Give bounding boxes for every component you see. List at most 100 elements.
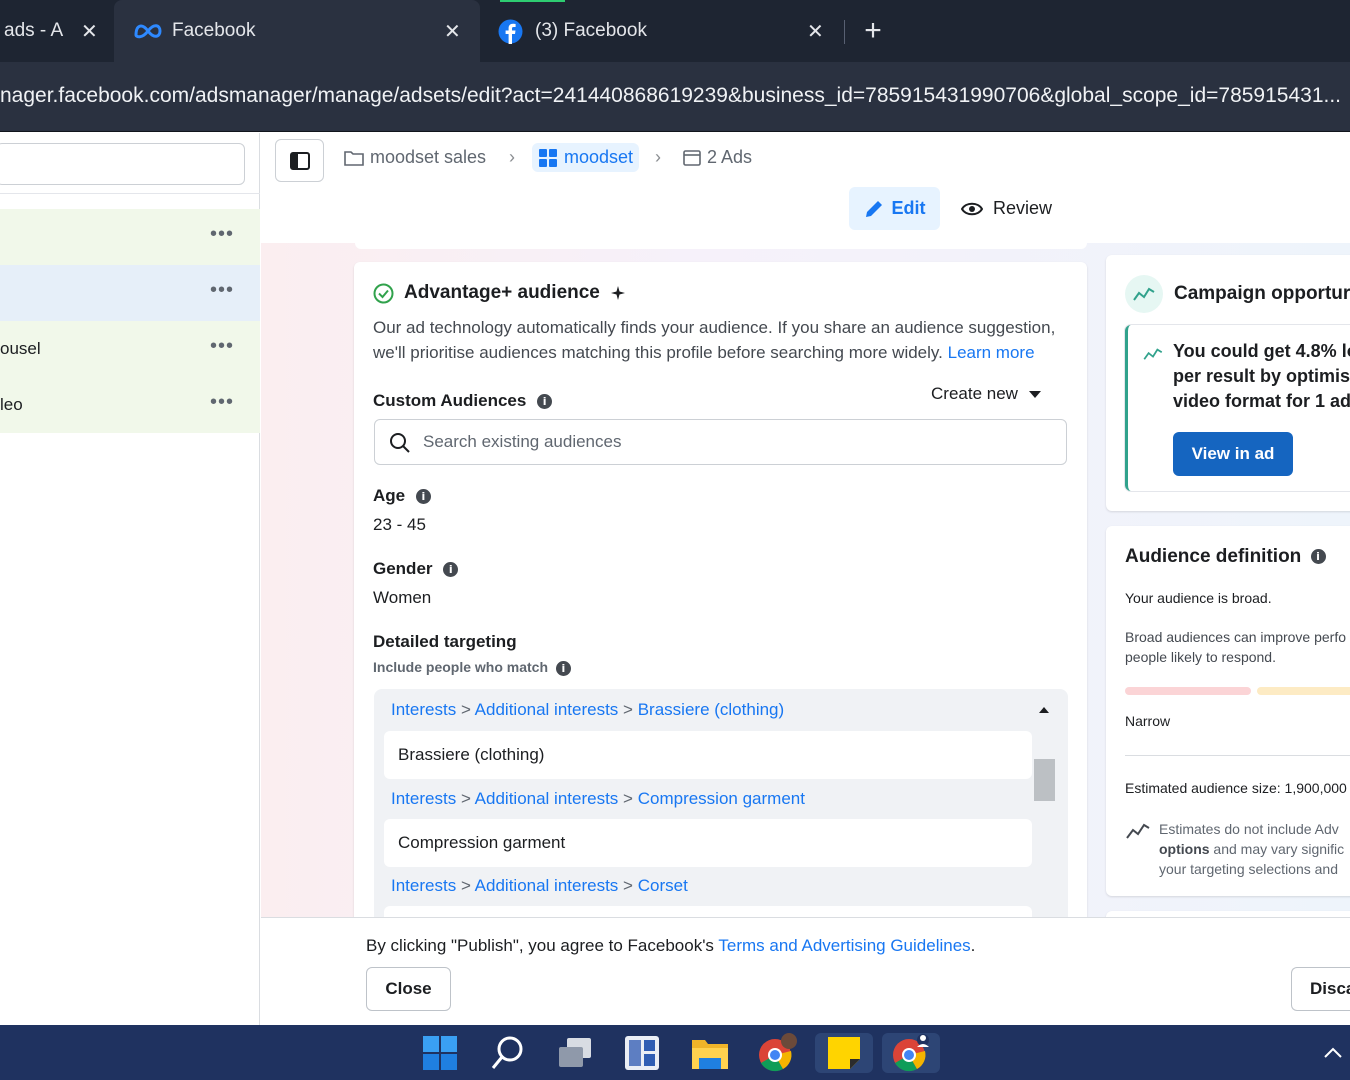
create-new-dropdown[interactable]: Create new xyxy=(931,384,1042,404)
tree-search-input[interactable] xyxy=(0,143,245,185)
terms-link[interactable]: Terms and Advertising Guidelines xyxy=(718,936,970,955)
start-windows-icon[interactable] xyxy=(420,1033,460,1073)
path-segment[interactable]: Additional interests xyxy=(475,789,619,808)
note-line: your targeting selections and xyxy=(1159,861,1338,877)
estimate-note: Estimates do not include Adv options and… xyxy=(1159,819,1344,879)
info-icon[interactable]: i xyxy=(555,660,571,676)
path-segment[interactable]: Brassiere (clothing) xyxy=(638,700,784,719)
close-tab-icon[interactable]: ✕ xyxy=(81,19,98,44)
more-options-icon[interactable]: ••• xyxy=(210,223,234,246)
breadcrumb-adset[interactable]: moodset xyxy=(532,143,640,172)
tree-item-ad-video[interactable]: leo ••• xyxy=(0,377,260,433)
breadcrumb-label: moodset sales xyxy=(370,147,487,167)
more-options-icon[interactable]: ••• xyxy=(210,391,234,414)
more-options-icon[interactable]: ••• xyxy=(210,279,234,302)
info-icon[interactable]: i xyxy=(1310,549,1326,565)
breadcrumb-campaign[interactable]: moodset sales xyxy=(344,147,486,168)
windows-taskbar xyxy=(0,1025,1350,1080)
ad-icon xyxy=(683,149,701,166)
info-icon[interactable]: i xyxy=(537,394,553,410)
breadcrumb-label: 2 Ads xyxy=(707,147,753,167)
more-options-icon[interactable]: ••• xyxy=(210,335,234,358)
path-segment[interactable]: Interests xyxy=(391,789,456,808)
learn-more-link[interactable]: Learn more xyxy=(948,343,1035,362)
campaign-opportunity-card: Campaign opportur You could get 4.8% lo … xyxy=(1106,255,1350,511)
tab-title: Facebook xyxy=(172,20,256,41)
opportunity-body: You could get 4.8% lo per result by opti… xyxy=(1173,339,1350,414)
adset-grid-icon xyxy=(539,148,557,167)
review-label: Review xyxy=(993,198,1053,218)
discard-button[interactable]: Disca xyxy=(1291,967,1350,1011)
broad-explanation: Broad audiences can improve perfo people… xyxy=(1125,627,1346,667)
divider xyxy=(0,193,260,194)
task-view-icon[interactable] xyxy=(555,1033,595,1073)
folder-icon xyxy=(344,150,364,166)
audience-broad-text: Your audience is broad. xyxy=(1125,590,1272,606)
estimated-audience-size: Estimated audience size: 1,900,000 xyxy=(1125,780,1347,796)
new-tab-button[interactable]: + xyxy=(858,14,888,48)
close-tab-icon[interactable]: ✕ xyxy=(807,19,824,44)
sticky-notes-icon[interactable] xyxy=(815,1033,873,1073)
tree-item-ad-carousel[interactable]: ousel ••• xyxy=(0,321,260,377)
file-explorer-icon[interactable] xyxy=(690,1033,730,1073)
widgets-icon[interactable] xyxy=(622,1033,662,1073)
review-mode-button[interactable]: Review xyxy=(961,187,1061,230)
edit-mode-button[interactable]: Edit xyxy=(849,187,940,230)
targeting-path: Interests > Additional interests > Brass… xyxy=(391,700,785,719)
close-tab-icon[interactable]: ✕ xyxy=(444,19,461,44)
close-button[interactable]: Close xyxy=(366,967,451,1011)
note-bold: options xyxy=(1159,841,1210,857)
gender-value: Women xyxy=(373,588,432,607)
path-segment[interactable]: Corset xyxy=(638,876,688,895)
editor-main: moodset sales › moodset › 2 Ads Edit Rev… xyxy=(261,133,1350,942)
tab-facebook[interactable]: Facebook ✕ xyxy=(114,0,480,62)
note-line: and may vary signific xyxy=(1209,841,1345,857)
eye-icon xyxy=(961,202,983,215)
explanation-line: Broad audiences can improve perfo xyxy=(1125,629,1347,645)
audience-card: Advantage+ audience Our ad technology au… xyxy=(354,262,1087,942)
tab-facebook-notifications[interactable]: (3) Facebook ✕ xyxy=(484,0,836,62)
note-line: Estimates do not include Adv xyxy=(1159,821,1339,837)
chrome-icon[interactable] xyxy=(882,1033,940,1073)
search-placeholder: Search existing audiences xyxy=(423,432,622,451)
search-icon[interactable] xyxy=(487,1033,527,1073)
tab-ads[interactable]: ads - A ✕ xyxy=(0,0,112,62)
targeting-item[interactable]: Brassiere (clothing) xyxy=(384,731,1032,779)
targeting-item[interactable]: Compression garment xyxy=(384,819,1032,867)
chevron-right-icon: › xyxy=(655,147,661,167)
chrome-profile-icon[interactable] xyxy=(757,1033,797,1073)
tree-item-label: ousel xyxy=(0,339,41,358)
browser-tab-strip: ads - A ✕ Facebook ✕ (3) Facebook ✕ + xyxy=(0,0,1350,62)
targeting-path: Interests > Additional interests > Compr… xyxy=(391,789,805,808)
path-segment[interactable]: Interests xyxy=(391,700,456,719)
opportunity-title: Campaign opportur xyxy=(1174,283,1350,304)
opportunity-tip: You could get 4.8% lo per result by opti… xyxy=(1125,325,1350,491)
tab-title: (3) Facebook xyxy=(535,20,647,41)
url-text[interactable]: nager.facebook.com/adsmanager/manage/ads… xyxy=(0,84,1350,108)
opportunity-line: per result by optimis xyxy=(1173,366,1350,386)
breadcrumb-ads[interactable]: 2 Ads xyxy=(683,147,752,168)
view-in-ad-button[interactable]: View in ad xyxy=(1173,432,1293,476)
targeting-path: Interests > Additional interests > Corse… xyxy=(391,876,688,895)
path-segment[interactable]: Interests xyxy=(391,876,456,895)
path-segment[interactable]: Additional interests xyxy=(475,876,619,895)
age-label: Age i xyxy=(373,486,431,506)
collapse-caret-icon[interactable] xyxy=(1038,706,1050,714)
address-bar[interactable]: nager.facebook.com/adsmanager/manage/ads… xyxy=(0,62,1350,132)
path-segment[interactable]: Additional interests xyxy=(475,700,619,719)
audience-search-input[interactable]: Search existing audiences xyxy=(374,419,1067,465)
system-tray-chevron-up-icon[interactable] xyxy=(1318,1033,1348,1073)
tree-item-adset[interactable]: ••• xyxy=(0,265,260,321)
meta-logo-icon xyxy=(134,24,162,39)
audience-description: Our ad technology automatically finds yo… xyxy=(373,315,1073,365)
path-segment[interactable]: Compression garment xyxy=(638,789,805,808)
toggle-sidebar-button[interactable] xyxy=(275,139,324,182)
info-icon[interactable]: i xyxy=(415,489,431,505)
tree-item-campaign[interactable]: ••• xyxy=(0,209,260,265)
audience-definition-title: Audience definition i xyxy=(1125,546,1326,568)
explanation-line: people likely to respond. xyxy=(1125,649,1276,665)
scrollbar-thumb[interactable] xyxy=(1034,759,1055,801)
info-icon[interactable]: i xyxy=(443,562,459,578)
custom-audiences-text: Custom Audiences xyxy=(373,391,527,410)
age-value: 23 - 45 xyxy=(373,515,426,534)
